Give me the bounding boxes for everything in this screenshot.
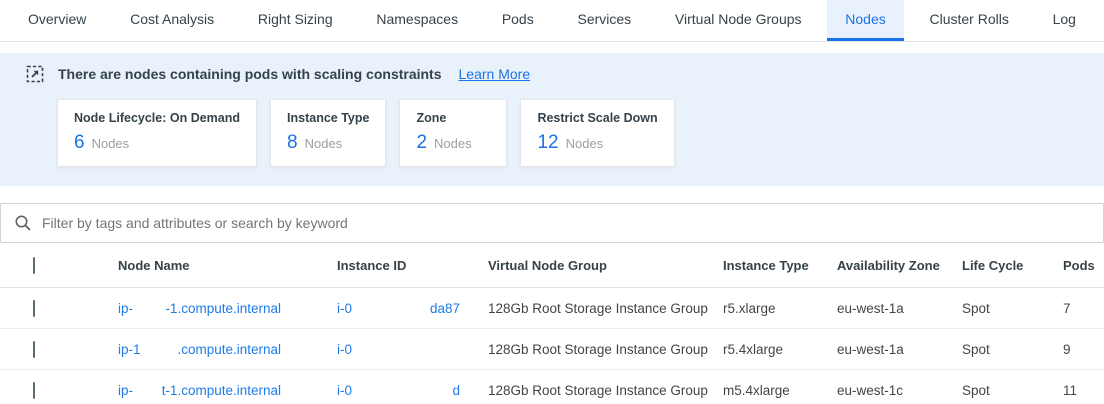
node-name-link[interactable]: t-1.compute.internal (162, 383, 337, 398)
select-all-checkbox[interactable] (33, 257, 35, 274)
card-zone[interactable]: Zone 2 Nodes (399, 99, 507, 167)
card-title: Restrict Scale Down (537, 111, 657, 125)
learn-more-link[interactable]: Learn More (459, 66, 531, 82)
col-virtual-node-group: Virtual Node Group (488, 258, 723, 273)
col-instance-id: Instance ID (337, 258, 488, 273)
filter-search-bar[interactable] (0, 203, 1104, 243)
table-header-row: Node Name Instance ID Virtual Node Group… (0, 243, 1104, 288)
virtual-node-group-cell: 128Gb Root Storage Instance Group (488, 383, 723, 398)
table-row: ip-1 .compute.internal i-0 128Gb Root St… (0, 329, 1104, 370)
pods-cell: 11 (1063, 383, 1104, 398)
cluster-tab-bar: Overview Cost Analysis Right Sizing Name… (0, 0, 1104, 42)
pods-cell: 7 (1063, 301, 1104, 316)
card-value: 8 (287, 132, 298, 154)
banner-message: There are nodes containing pods with sca… (58, 66, 442, 82)
card-unit: Nodes (434, 136, 472, 151)
node-name-link[interactable]: ip- (118, 383, 133, 398)
row-checkbox[interactable] (33, 300, 35, 317)
col-node-name: Node Name (118, 258, 337, 273)
node-name-link[interactable]: ip-1 (118, 342, 141, 357)
life-cycle-cell: Spot (962, 301, 1063, 316)
tab-cost-analysis[interactable]: Cost Analysis (112, 0, 232, 41)
card-title: Zone (416, 111, 490, 125)
nodes-table: Node Name Instance ID Virtual Node Group… (0, 243, 1104, 404)
instance-id-link[interactable]: i-0 (337, 383, 352, 398)
virtual-node-group-cell: 128Gb Root Storage Instance Group (488, 342, 723, 357)
col-life-cycle: Life Cycle (962, 258, 1063, 273)
tab-cluster-rolls[interactable]: Cluster Rolls (911, 0, 1026, 41)
constraint-summary-cards: Node Lifecycle: On Demand 6 Nodes Instan… (57, 99, 1079, 167)
card-node-lifecycle-on-demand[interactable]: Node Lifecycle: On Demand 6 Nodes (57, 99, 257, 167)
tab-log[interactable]: Log (1035, 0, 1094, 41)
instance-id-link[interactable]: d (452, 383, 488, 398)
tab-right-sizing[interactable]: Right Sizing (240, 0, 351, 41)
card-unit: Nodes (92, 136, 130, 151)
card-title: Node Lifecycle: On Demand (74, 111, 240, 125)
col-availability-zone: Availability Zone (837, 258, 962, 273)
node-name-link[interactable]: .compute.internal (177, 342, 337, 357)
table-row: ip- -1.compute.internal i-0 da87 128Gb R… (0, 288, 1104, 329)
instance-id-link[interactable]: da87 (430, 301, 488, 316)
availability-zone-cell: eu-west-1c (837, 383, 962, 398)
node-name-link[interactable]: -1.compute.internal (165, 301, 337, 316)
card-value: 12 (537, 132, 558, 154)
life-cycle-cell: Spot (962, 383, 1063, 398)
card-instance-type[interactable]: Instance Type 8 Nodes (270, 99, 386, 167)
tab-namespaces[interactable]: Namespaces (358, 0, 476, 41)
tab-overview[interactable]: Overview (10, 0, 104, 41)
card-value: 2 (416, 132, 427, 154)
card-value: 6 (74, 132, 85, 154)
table-row: ip- t-1.compute.internal i-0 d 128Gb Roo… (0, 370, 1104, 404)
instance-type-cell: r5.4xlarge (723, 342, 837, 357)
availability-zone-cell: eu-west-1a (837, 301, 962, 316)
virtual-node-group-cell: 128Gb Root Storage Instance Group (488, 301, 723, 316)
tab-virtual-node-groups[interactable]: Virtual Node Groups (657, 0, 820, 41)
tab-pods[interactable]: Pods (484, 0, 552, 41)
search-input[interactable] (42, 215, 1090, 231)
instance-type-cell: m5.4xlarge (723, 383, 837, 398)
card-title: Instance Type (287, 111, 369, 125)
pods-cell: 9 (1063, 342, 1104, 357)
life-cycle-cell: Spot (962, 342, 1063, 357)
search-icon (14, 214, 32, 232)
instance-id-link[interactable]: i-0 (337, 301, 352, 316)
tab-services[interactable]: Services (559, 0, 649, 41)
card-restrict-scale-down[interactable]: Restrict Scale Down 12 Nodes (520, 99, 674, 167)
instance-id-link[interactable]: i-0 (337, 342, 352, 357)
col-instance-type: Instance Type (723, 258, 837, 273)
tab-nodes[interactable]: Nodes (827, 0, 903, 41)
col-pods: Pods (1063, 258, 1104, 273)
scaling-constraint-icon (25, 64, 45, 84)
instance-type-cell: r5.xlarge (723, 301, 837, 316)
card-unit: Nodes (305, 136, 343, 151)
card-unit: Nodes (566, 136, 604, 151)
availability-zone-cell: eu-west-1a (837, 342, 962, 357)
node-name-link[interactable]: ip- (118, 301, 133, 316)
scaling-constraints-banner: There are nodes containing pods with sca… (0, 53, 1104, 186)
row-checkbox[interactable] (33, 382, 35, 399)
row-checkbox[interactable] (33, 341, 35, 358)
